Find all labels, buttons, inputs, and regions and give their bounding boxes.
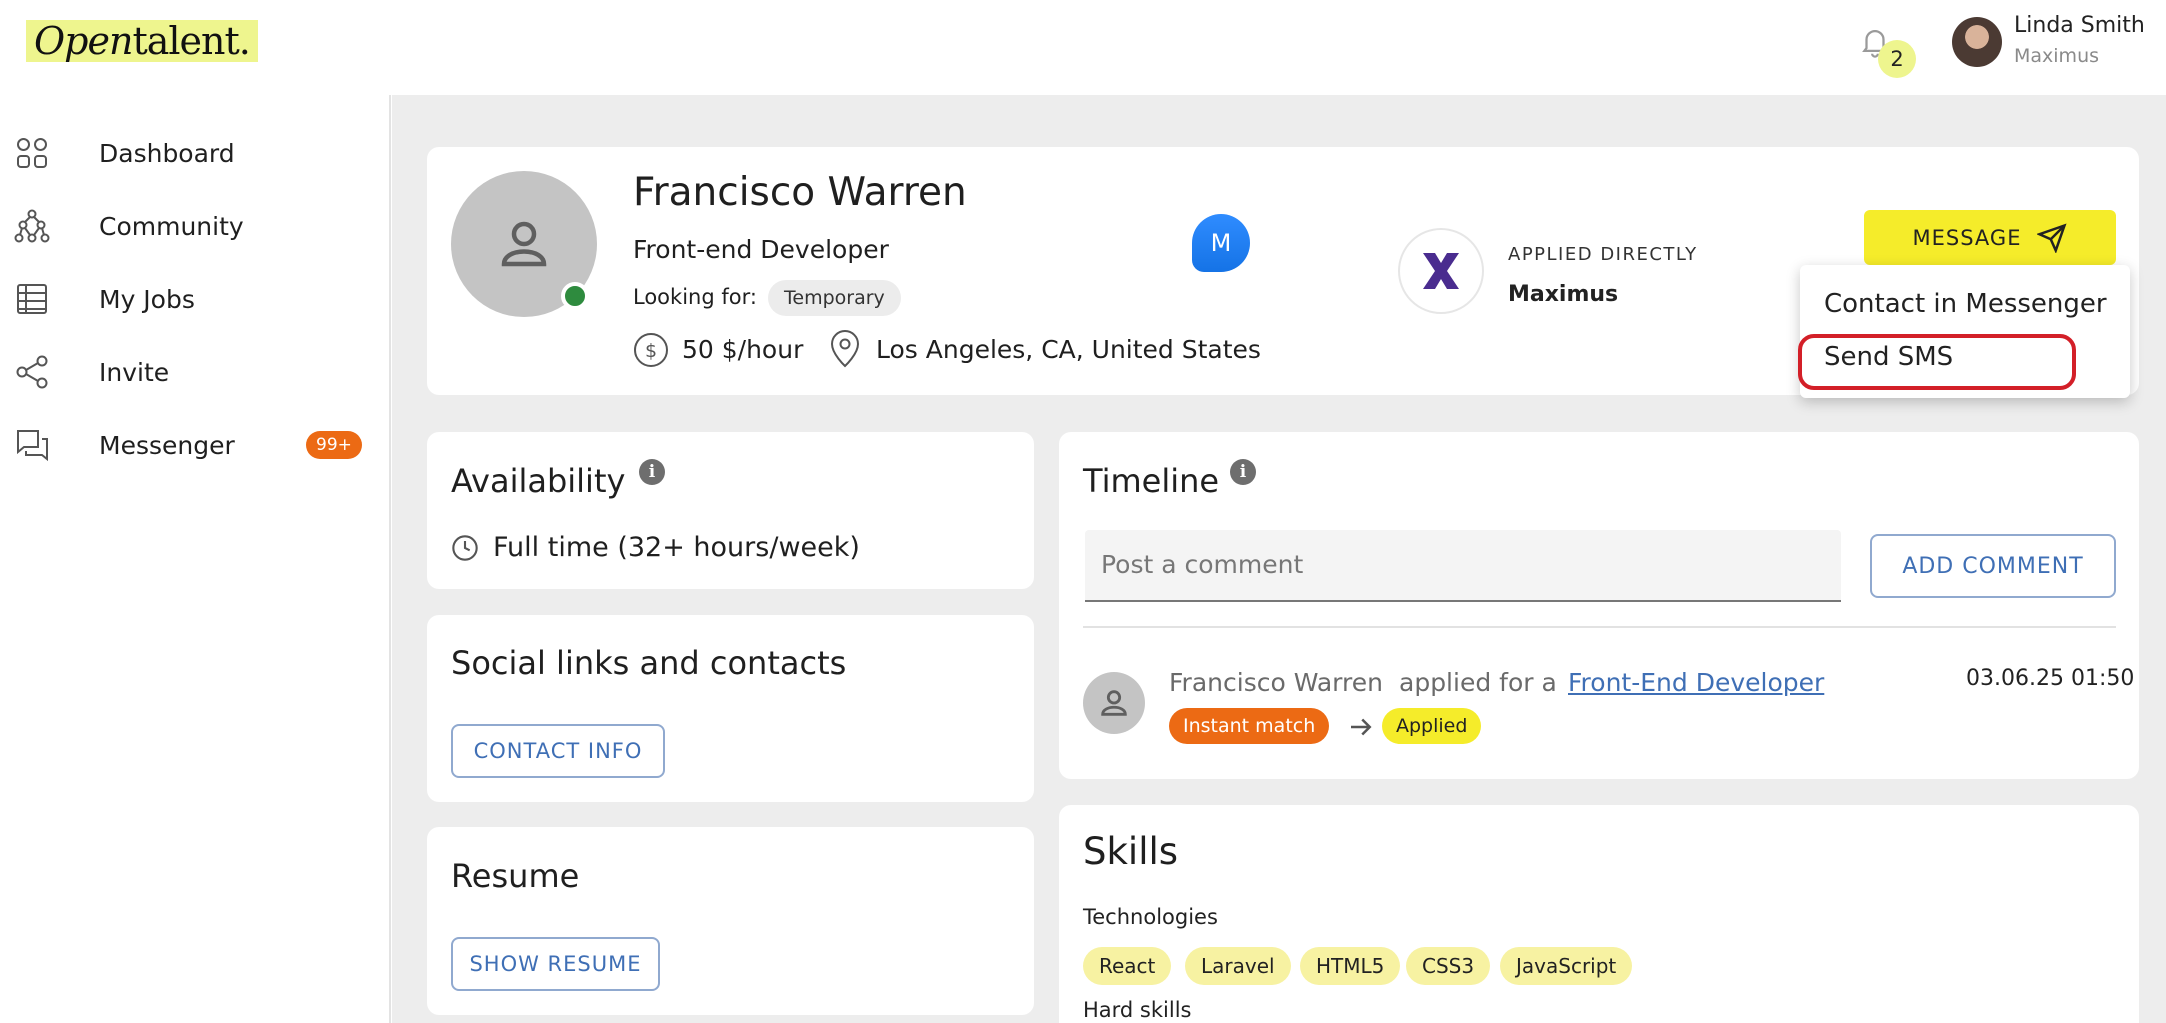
- sidebar-item-my-jobs[interactable]: My Jobs: [0, 269, 390, 329]
- candidate-name: Francisco Warren: [633, 170, 967, 215]
- jobs-icon: [17, 284, 47, 314]
- sidebar-item-label: My Jobs: [99, 284, 195, 314]
- skills-card: [1059, 805, 2139, 1023]
- sidebar-item-label: Invite: [99, 357, 170, 387]
- dollar-icon: $: [634, 333, 668, 367]
- skill-chip: React: [1083, 947, 1172, 985]
- skill-chip: Laravel: [1185, 947, 1291, 985]
- applied-company-name: Maximus: [1508, 282, 1619, 307]
- sidebar-item-community[interactable]: Community: [0, 196, 390, 256]
- availability-title: Availability: [451, 462, 626, 500]
- comment-placeholder: Post a comment: [1101, 550, 1304, 579]
- availability-value: Full time (32+ hours/week): [493, 532, 860, 563]
- applied-directly-label: APPLIED DIRECTLY: [1508, 244, 1698, 265]
- timeline-entry-date: 03.06.25 01:50: [1966, 666, 2135, 691]
- dashboard-icon: [17, 138, 47, 168]
- notification-count-badge[interactable]: 2: [1878, 40, 1916, 78]
- social-links-title: Social links and contacts: [451, 644, 847, 682]
- sidebar: Dashboard Community My Jobs Invite Messe…: [0, 95, 391, 1023]
- contact-info-button[interactable]: CONTACT INFO: [451, 724, 665, 778]
- skills-title: Skills: [1083, 830, 1179, 873]
- location-pin-icon: [830, 330, 860, 368]
- info-icon[interactable]: i: [1230, 459, 1256, 485]
- looking-for-label: Looking for:: [633, 285, 757, 309]
- skill-chip: JavaScript: [1500, 947, 1633, 985]
- chat-icon: [17, 430, 48, 462]
- online-status-dot: [561, 282, 589, 310]
- user-organization: Maximus: [2014, 45, 2100, 67]
- timeline-title: Timeline: [1083, 462, 1220, 500]
- show-resume-button[interactable]: SHOW RESUME: [451, 937, 660, 991]
- sidebar-item-dashboard[interactable]: Dashboard: [0, 123, 390, 183]
- hourly-rate: 50 $/hour: [682, 335, 804, 364]
- sidebar-item-label: Dashboard: [99, 138, 235, 168]
- timeline-entry-action: applied for a: [1399, 668, 1557, 697]
- skill-chip: HTML5: [1300, 947, 1401, 985]
- timeline-divider: [1083, 626, 2116, 628]
- share-icon: [16, 355, 48, 389]
- timeline-job-link[interactable]: Front-End Developer: [1568, 668, 1824, 697]
- status-chip-applied: Applied: [1382, 708, 1482, 744]
- looking-for-chip: Temporary: [768, 280, 901, 316]
- status-chip-instant-match: Instant match: [1169, 708, 1330, 744]
- message-button-label: MESSAGE: [1912, 225, 2022, 250]
- skill-chip: CSS3: [1406, 947, 1491, 985]
- company-logo: [1398, 228, 1484, 314]
- sidebar-item-messenger[interactable]: Messenger 99+: [0, 415, 390, 475]
- timeline-entry-avatar: [1083, 672, 1145, 734]
- user-avatar[interactable]: [1952, 17, 2002, 67]
- hard-skills-label: Hard skills: [1083, 998, 1192, 1022]
- add-comment-button[interactable]: ADD COMMENT: [1870, 534, 2116, 598]
- maximus-x-icon: [1423, 253, 1459, 289]
- logo-text-italic: Open: [34, 19, 133, 63]
- top-bar: Opentalent. 2 Linda Smith Maximus: [0, 0, 2166, 95]
- person-icon: [501, 221, 547, 267]
- logo-text-rest: talent.: [132, 19, 250, 63]
- messenger-contact-badge[interactable]: M: [1192, 214, 1250, 272]
- clock-icon: [452, 535, 478, 561]
- candidate-location: Los Angeles, CA, United States: [876, 335, 1261, 364]
- svg-text:$: $: [645, 340, 657, 362]
- availability-card: [427, 432, 1034, 589]
- timeline-entry-actor: Francisco Warren: [1169, 668, 1383, 697]
- send-icon: [2037, 222, 2068, 253]
- comment-input[interactable]: Post a comment: [1085, 530, 1841, 602]
- user-name[interactable]: Linda Smith: [2014, 13, 2145, 38]
- resume-title: Resume: [451, 857, 580, 895]
- info-icon[interactable]: i: [639, 459, 665, 485]
- candidate-role: Front-end Developer: [633, 235, 889, 264]
- send-sms-highlight-outline: [1798, 334, 2076, 390]
- unread-count-badge: 99+: [306, 431, 362, 459]
- person-icon: [1101, 690, 1127, 716]
- opentalent-logo[interactable]: Opentalent.: [26, 20, 258, 62]
- sidebar-item-invite[interactable]: Invite: [0, 342, 390, 402]
- sidebar-item-label: Messenger: [99, 430, 235, 460]
- menu-item-contact-in-messenger[interactable]: Contact in Messenger: [1824, 289, 2107, 319]
- arrow-right-icon: [1351, 718, 1372, 736]
- sidebar-item-label: Community: [99, 211, 244, 241]
- message-button[interactable]: MESSAGE: [1864, 210, 2116, 265]
- community-icon: [14, 209, 50, 243]
- technologies-label: Technologies: [1083, 905, 1218, 929]
